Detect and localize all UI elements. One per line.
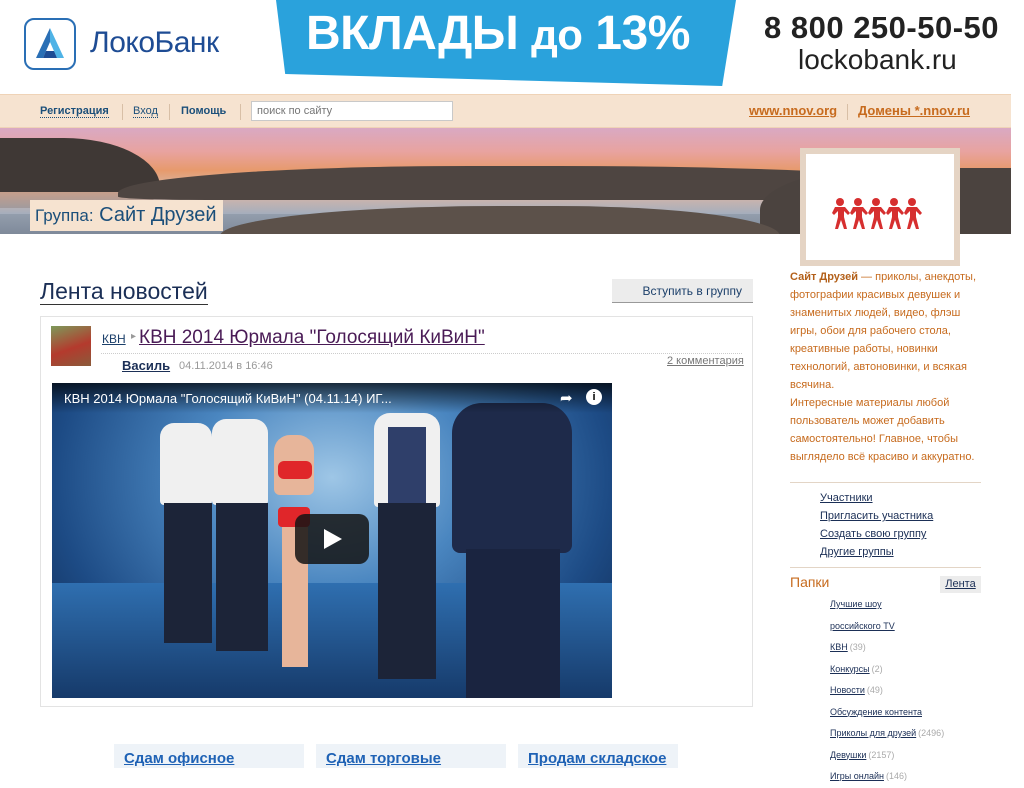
divider (790, 567, 981, 568)
promo-mid: до (531, 11, 583, 58)
group-description-text: — приколы, анекдоты, фотографии красивых… (790, 271, 976, 391)
folder-item[interactable]: Лучшие шоу (830, 594, 944, 616)
join-group-button[interactable]: Вступить в группу (612, 279, 753, 303)
video-frame-person (160, 423, 212, 505)
bank-site: lockobank.ru (798, 44, 957, 75)
create-group-link[interactable]: Создать свою группу (820, 525, 933, 543)
group-description-name: Сайт Друзей (790, 271, 858, 283)
folder-item[interactable]: Конкурсы (2) (830, 659, 944, 681)
other-groups-link[interactable]: Другие группы (820, 543, 933, 561)
folders-title: Папки (790, 574, 830, 590)
nnov-link[interactable]: www.nnov.org (749, 103, 837, 118)
people-chain-icon (832, 198, 922, 229)
play-icon[interactable] (295, 514, 369, 564)
post-category-link[interactable]: КВН (102, 332, 126, 346)
promo-rate: 13% (595, 7, 690, 60)
share-icon[interactable]: ➦ (560, 389, 573, 407)
bank-logo-text: ЛокоБанк (90, 26, 219, 59)
post-author-link[interactable]: Василь (122, 358, 170, 373)
folder-item[interactable]: Новости (49) (830, 680, 944, 702)
folder-item[interactable]: Игры онлайн (146) (830, 766, 944, 788)
author-avatar[interactable] (51, 326, 91, 366)
folder-item[interactable]: Обсуждение контента (830, 702, 944, 724)
folder-item[interactable]: Приколы для друзей (2496) (830, 723, 944, 745)
folders-list: Лучшие шоу российского TV КВН (39) Конкур… (830, 594, 944, 788)
ad-link-retail[interactable]: Сдам торговые (316, 744, 506, 768)
post-title-link[interactable]: КВН 2014 Юрмала "Голосящий КиВиН" (139, 327, 485, 349)
group-description: Сайт Друзей — приколы, анекдоты, фотогра… (790, 268, 990, 394)
group-title: Группа: Сайт Друзей (30, 200, 223, 231)
ad-link-office[interactable]: Сдам офисное (114, 744, 304, 768)
divider (101, 353, 742, 354)
arrow-right-icon: ▸ (131, 331, 137, 342)
nav-divider (169, 104, 170, 120)
group-description-note: Интересные материалы любой пользователь … (790, 397, 975, 463)
news-post: КВН ▸ КВН 2014 Юрмала "Голосящий КиВиН" … (40, 316, 753, 707)
bank-phone: 8 800 250-50-50 (764, 10, 1000, 45)
domains-link[interactable]: Домены *.nnov.ru (858, 103, 970, 118)
nav-divider (847, 104, 848, 120)
promo-main: ВКЛАДЫ (306, 7, 519, 60)
nav-divider (240, 104, 241, 120)
bank-logo-icon (24, 18, 76, 70)
search-input[interactable] (251, 101, 453, 121)
members-link[interactable]: Участники (820, 489, 933, 507)
feed-button[interactable]: Лента (940, 576, 981, 593)
invite-member-link[interactable]: Пригласить участника (820, 507, 933, 525)
info-icon[interactable]: i (586, 389, 602, 405)
register-link[interactable]: Регистрация (40, 105, 109, 118)
group-avatar[interactable] (800, 148, 960, 266)
group-title-prefix: Группа: (35, 206, 94, 225)
group-actions: Участники Пригласить участника Создать с… (820, 489, 933, 561)
top-nav-bar: Регистрация Вход Помощь www.nnov.org Дом… (0, 94, 1011, 128)
post-comments-link[interactable]: 2 комментария (667, 355, 744, 367)
promo-text: ВКЛАДЫ до 13% (306, 6, 726, 61)
login-link[interactable]: Вход (133, 105, 158, 118)
video-player[interactable]: КВН 2014 Юрмала "Голосящий КиВиН" (04.11… (52, 383, 612, 698)
nav-divider (122, 104, 123, 120)
feed-title: Лента новостей (40, 278, 208, 305)
folder-item[interactable]: КВН (39) (830, 637, 944, 659)
promo-block: ВКЛАДЫ до 13% (276, 0, 736, 86)
post-date: 04.11.2014 в 16:46 (179, 360, 273, 372)
video-title: КВН 2014 Юрмала "Голосящий КиВиН" (04.11… (64, 391, 392, 406)
folder-item[interactable]: российского TV (830, 616, 944, 638)
divider (790, 482, 981, 483)
top-banner-ad[interactable]: ЛокоБанк ВКЛАДЫ до 13% 8 800 250-50-50 l… (0, 0, 1024, 94)
ad-link-warehouse[interactable]: Продам складское (518, 744, 678, 768)
help-link[interactable]: Помощь (181, 105, 226, 117)
folder-item[interactable]: Девушки (2157) (830, 745, 944, 767)
group-title-name: Сайт Друзей (99, 204, 217, 226)
